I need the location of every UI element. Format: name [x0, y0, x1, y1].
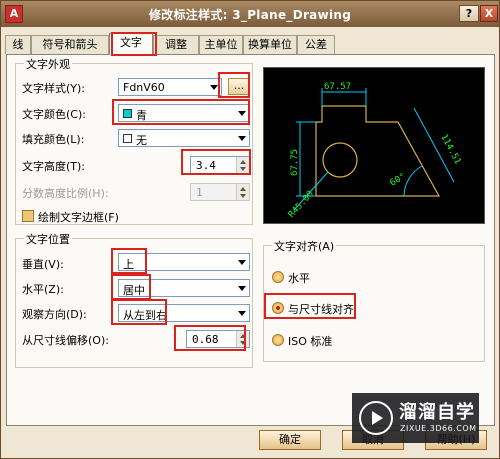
chevron-down-icon [238, 260, 246, 265]
text-tab-panel: 文字外观 文字样式(Y): FdnV60 ... 文字颜色(C): 青 填充颜色… [6, 54, 495, 426]
vertical-value: 上 [123, 258, 134, 271]
fill-color-value: 无 [136, 134, 147, 147]
spinner-arrows-icon[interactable] [236, 331, 249, 347]
fraction-height-scale-value: 1 [196, 186, 203, 199]
text-style-browse-button[interactable]: ... [228, 78, 250, 95]
text-appearance-group: 文字外观 文字样式(Y): FdnV60 ... 文字颜色(C): 青 填充颜色… [15, 56, 253, 225]
text-color-value: 青 [136, 109, 147, 122]
title-bar[interactable]: A 修改标注样式: 3_Plane_Drawing ? X [1, 1, 499, 27]
dim-angle-text: 60° [389, 172, 408, 189]
watermark-overlay: 溜溜自学 ZIXUE.3D66.COM [352, 393, 479, 443]
vertical-select[interactable]: 上 [118, 253, 250, 271]
text-tab-highlight [111, 32, 157, 56]
chevron-down-icon [238, 311, 246, 316]
text-appearance-title: 文字外观 [24, 56, 72, 72]
text-alignment-group: 文字对齐(A) 水平 与尺寸线对齐 ISO 标准 [263, 238, 485, 362]
text-color-label: 文字颜色(C): [22, 108, 86, 121]
text-height-spinner[interactable]: 3.4 [190, 156, 250, 174]
align-iso-label: ISO 标准 [288, 335, 333, 348]
tab-fit[interactable]: 调整 [153, 35, 199, 54]
fraction-height-scale-label: 分数高度比例(H): [22, 187, 109, 200]
fill-color-label: 填充颜色(L): [22, 133, 85, 146]
text-alignment-title: 文字对齐(A) [272, 238, 337, 254]
offset-value: 0.68 [192, 333, 219, 346]
text-placement-group: 文字位置 垂直(V): 上 水平(Z): 居中 观察方向(D): 从左到右 从尺… [15, 231, 253, 368]
watermark-subtitle: ZIXUE.3D66.COM [400, 424, 477, 433]
close-button[interactable]: X [480, 5, 498, 22]
dim-left-text: 67.75 [290, 149, 300, 176]
preview-drawing: 67.57 67.75 114.51 60° R45.00 [287, 82, 463, 220]
align-iso-radio[interactable] [272, 334, 284, 346]
offset-spinner[interactable]: 0.68 [186, 330, 250, 348]
vertical-label: 垂直(V): [22, 258, 64, 271]
spinner-arrows-icon[interactable] [236, 157, 249, 173]
dimension-preview: 67.57 67.75 114.51 60° R45.00 [263, 67, 485, 224]
dim-radius-text: R45.00 [287, 189, 316, 220]
fraction-height-scale-spinner: 1 [190, 183, 250, 201]
tab-tolerances[interactable]: 公差 [297, 35, 335, 54]
text-style-label: 文字样式(Y): [22, 82, 86, 95]
dim-right-text: 114.51 [438, 133, 462, 166]
draw-frame-checkbox[interactable] [22, 210, 34, 222]
chevron-down-icon [238, 111, 246, 116]
play-logo-icon [359, 401, 393, 435]
align-with-dimline-label: 与尺寸线对齐 [288, 303, 354, 316]
offset-label: 从尺寸线偏移(O): [22, 334, 109, 347]
dialog-title: 修改标注样式: 3_Plane_Drawing [148, 8, 352, 22]
dim-top-text: 67.57 [324, 82, 351, 92]
tab-primary-units[interactable]: 主单位 [199, 35, 243, 54]
tab-alternate-units[interactable]: 换算单位 [243, 35, 297, 54]
title-help-button[interactable]: ? [459, 5, 479, 22]
text-placement-title: 文字位置 [24, 231, 72, 247]
view-direction-label: 观察方向(D): [22, 308, 87, 321]
align-with-dimline-radio[interactable] [272, 302, 284, 314]
chevron-down-icon [210, 85, 218, 90]
draw-frame-label: 绘制文字边框(F) [38, 211, 119, 224]
text-style-value: FdnV60 [123, 81, 165, 94]
horizontal-value: 居中 [123, 284, 145, 297]
horizontal-label: 水平(Z): [22, 283, 64, 296]
spinner-arrows-icon [236, 184, 249, 200]
text-style-select[interactable]: FdnV60 [118, 78, 222, 96]
watermark-title: 溜溜自学 [399, 402, 475, 423]
chevron-down-icon [238, 286, 246, 291]
fill-color-select[interactable]: 无 [118, 129, 250, 147]
hole-circle [322, 142, 358, 178]
text-color-select[interactable]: 青 [118, 104, 250, 122]
modify-dimension-style-dialog: A 修改标注样式: 3_Plane_Drawing ? X 线 符号和箭头 文字… [0, 0, 500, 459]
view-direction-select[interactable]: 从左到右 [118, 304, 250, 322]
text-height-value: 3.4 [196, 159, 216, 172]
view-direction-value: 从左到右 [123, 309, 167, 322]
tab-lines[interactable]: 线 [5, 35, 31, 54]
tab-symbols-arrows[interactable]: 符号和箭头 [31, 35, 109, 54]
cyan-color-swatch-icon [123, 109, 132, 118]
chevron-down-icon [238, 136, 246, 141]
align-horizontal-label: 水平 [288, 272, 310, 285]
empty-color-swatch-icon [123, 134, 132, 143]
angle-arc [403, 165, 423, 197]
text-height-label: 文字高度(T): [22, 160, 86, 173]
horizontal-select[interactable]: 居中 [118, 279, 250, 297]
ok-button[interactable]: 确定 [259, 430, 321, 450]
align-horizontal-radio[interactable] [272, 271, 284, 283]
